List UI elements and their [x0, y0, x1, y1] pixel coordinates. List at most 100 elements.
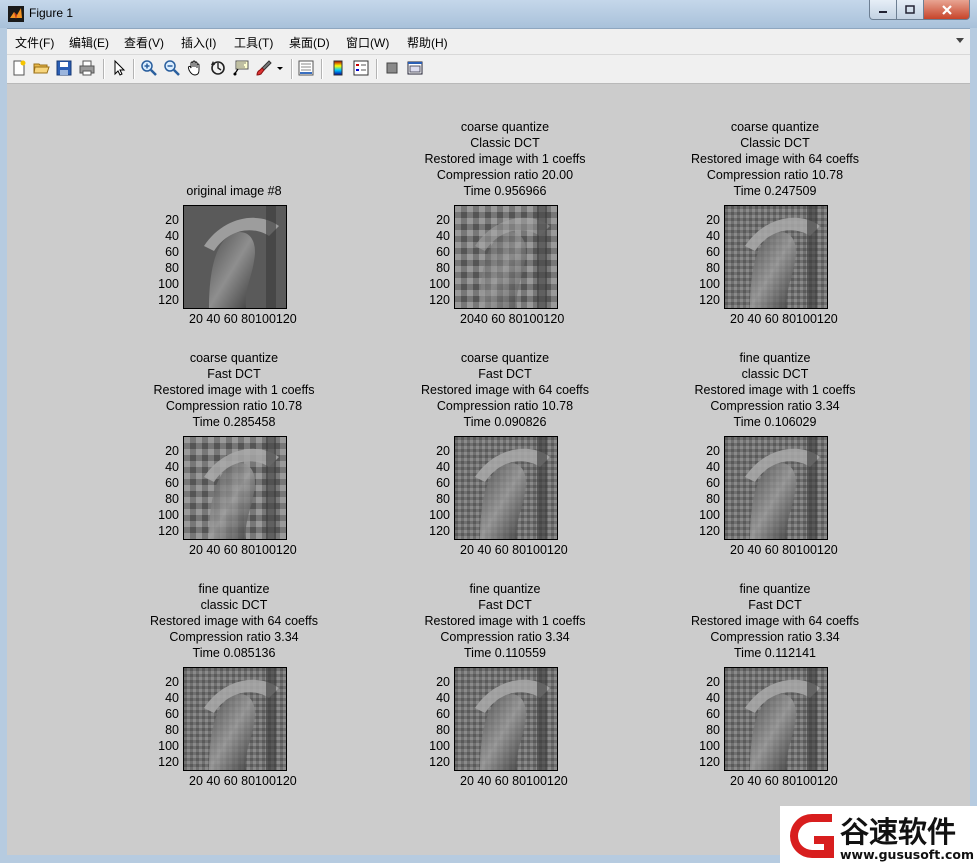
subplot-image-axes[interactable]: [724, 205, 828, 309]
show-plot-tools-icon[interactable]: [406, 59, 424, 77]
restored-image: [184, 206, 286, 308]
subplot-image-axes[interactable]: [183, 205, 287, 309]
subplot-title-line: Compression ratio 3.34: [440, 630, 570, 644]
subplot-title-line: Compression ratio 20.00: [436, 168, 574, 182]
window-frame-right: [970, 28, 977, 863]
y-tick-label: 20: [165, 444, 179, 458]
menu-file[interactable]: 文件(F): [15, 34, 54, 51]
y-tick-label: 40: [436, 691, 450, 705]
y-tick-label: 100: [699, 508, 720, 522]
print-icon[interactable]: [78, 59, 96, 77]
subplot-title-line: fine quantize: [739, 351, 811, 365]
y-tick-label: 20: [706, 675, 720, 689]
subplot-title-line: Restored image with 1 coeffs: [424, 614, 586, 628]
save-icon[interactable]: [55, 59, 73, 77]
data-cursor-icon[interactable]: [232, 59, 250, 77]
menu-dock-arrow-icon[interactable]: [956, 38, 964, 43]
y-tick-label: 60: [165, 476, 179, 490]
menu-tools[interactable]: 工具(T): [234, 34, 273, 51]
toolbar-separator: [133, 59, 135, 79]
zoom-out-icon[interactable]: [163, 59, 181, 77]
y-tick-label: 100: [158, 739, 179, 753]
y-tick-label: 120: [429, 755, 450, 769]
subplot-title-line: Compression ratio 3.34: [710, 399, 840, 413]
restored-image: [725, 668, 827, 770]
brush-dropdown-icon[interactable]: [275, 59, 285, 77]
subplot-image-axes[interactable]: [724, 436, 828, 540]
y-tick-label: 60: [706, 476, 720, 490]
menu-insert[interactable]: 插入(I): [181, 34, 216, 51]
menu-bar: 文件(F) 编辑(E) 查看(V) 插入(I) 工具(T) 桌面(D) 窗口(W…: [7, 29, 970, 55]
subplot-title-line: original image #8: [186, 184, 282, 198]
subplot-image-axes[interactable]: [183, 436, 287, 540]
menu-window[interactable]: 窗口(W): [346, 34, 389, 51]
y-tick-label: 20: [436, 213, 450, 227]
rotate-icon[interactable]: [209, 59, 227, 77]
y-tick-label: 80: [436, 261, 450, 275]
colorbar-icon[interactable]: [329, 59, 347, 77]
zoom-in-icon[interactable]: [140, 59, 158, 77]
legend-icon[interactable]: [352, 59, 370, 77]
y-tick-label: 40: [706, 229, 720, 243]
restored-image: [184, 668, 286, 770]
subplot-title-line: Compression ratio 10.78: [165, 399, 303, 413]
subplot-title-line: Fast DCT: [478, 598, 532, 612]
y-tick-label: 120: [699, 524, 720, 538]
y-tick-label: 40: [436, 229, 450, 243]
subplot-title-line: coarse quantize: [460, 120, 550, 134]
x-tick-labels: 20 40 60 80100120: [730, 543, 838, 557]
menu-view[interactable]: 查看(V): [124, 34, 164, 51]
subplot-title-line: Compression ratio 3.34: [169, 630, 299, 644]
subplot-title-line: coarse quantize: [730, 120, 820, 134]
subplot-image-axes[interactable]: [454, 436, 558, 540]
y-tick-label: 100: [429, 277, 450, 291]
y-tick-label: 20: [165, 213, 179, 227]
link-icon[interactable]: [297, 59, 315, 77]
y-tick-label: 60: [165, 245, 179, 259]
subplot-title-line: Compression ratio 10.78: [436, 399, 574, 413]
y-tick-label: 120: [699, 755, 720, 769]
y-tick-label: 120: [699, 293, 720, 307]
minimize-button[interactable]: [869, 0, 897, 20]
x-tick-labels: 20 40 60 80100120: [460, 774, 568, 788]
new-figure-icon[interactable]: [10, 59, 28, 77]
maximize-button[interactable]: [896, 0, 924, 20]
y-tick-label: 80: [706, 261, 720, 275]
y-tick-label: 60: [436, 707, 450, 721]
y-tick-label: 100: [699, 277, 720, 291]
hide-plot-tools-icon[interactable]: [383, 59, 401, 77]
subplot-image-axes[interactable]: [454, 205, 558, 309]
y-tick-label: 80: [436, 492, 450, 506]
subplot-title-line: fine quantize: [469, 582, 541, 596]
subplot-title-line: Fast DCT: [207, 367, 261, 381]
restored-image: [184, 437, 286, 539]
watermark-name: 谷速软件: [840, 815, 956, 849]
close-button[interactable]: [923, 0, 970, 20]
restored-image: [455, 206, 557, 308]
subplot-title-line: Classic DCT: [470, 136, 540, 150]
menu-help[interactable]: 帮助(H): [407, 34, 448, 51]
close-icon: [941, 4, 952, 15]
toolbar-separator: [103, 59, 105, 79]
x-tick-labels: 20 40 60 80100120: [189, 312, 297, 326]
open-icon[interactable]: [32, 59, 50, 77]
pointer-icon[interactable]: [110, 59, 128, 77]
subplot-title-line: Restored image with 64 coeffs: [150, 614, 318, 628]
pan-icon[interactable]: [186, 59, 204, 77]
y-tick-label: 60: [706, 707, 720, 721]
subplot-title-line: Compression ratio 10.78: [706, 168, 844, 182]
y-tick-label: 100: [429, 739, 450, 753]
subplot-title-line: Restored image with 1 coeffs: [424, 152, 586, 166]
y-tick-label: 20: [436, 444, 450, 458]
menu-desktop[interactable]: 桌面(D): [289, 34, 330, 51]
subplot-title-line: fine quantize: [198, 582, 270, 596]
subplot-title-line: Classic DCT: [740, 136, 810, 150]
gususoft-watermark-logo: 谷速软件 www.gususoft.com: [780, 806, 977, 863]
subplot-image-axes[interactable]: [724, 667, 828, 771]
y-tick-label: 120: [429, 293, 450, 307]
subplot-image-axes[interactable]: [454, 667, 558, 771]
subplot-image-axes[interactable]: [183, 667, 287, 771]
brush-icon[interactable]: [255, 59, 273, 77]
menu-edit[interactable]: 编辑(E): [69, 34, 109, 51]
y-tick-label: 20: [706, 213, 720, 227]
